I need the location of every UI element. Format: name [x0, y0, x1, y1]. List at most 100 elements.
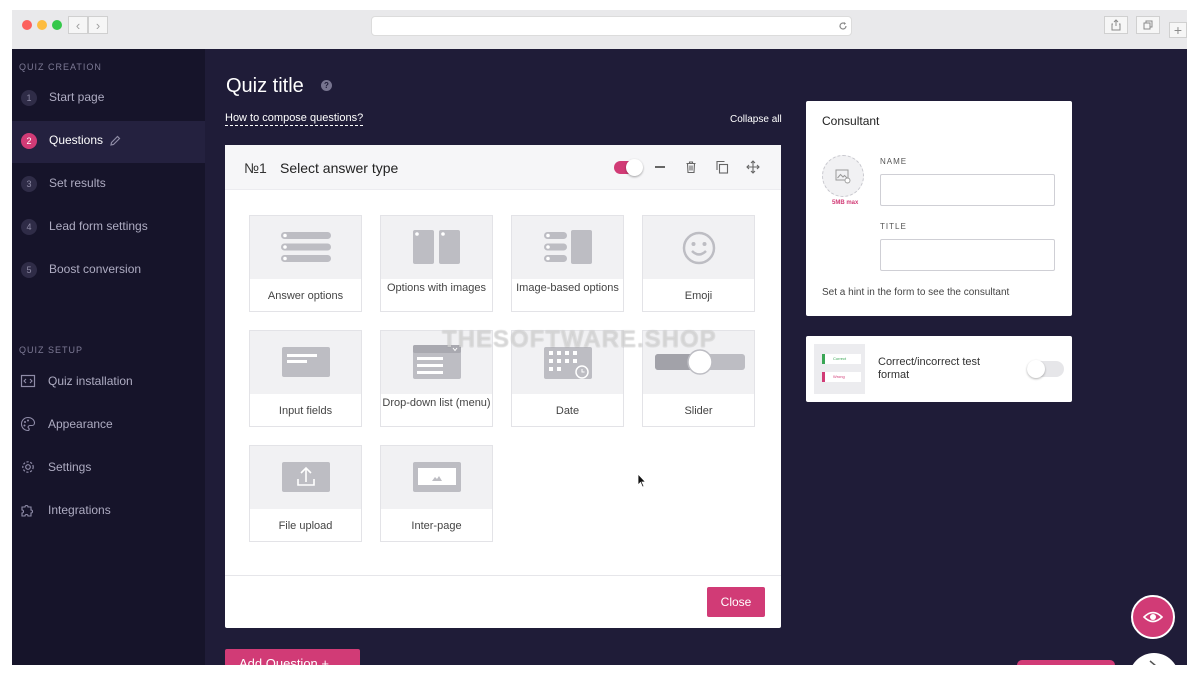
step-number: 1	[21, 90, 37, 106]
sidebar: QUIZ CREATION 1 Start page 2 Questions 3…	[12, 49, 205, 665]
tile-label: Drop-down list (menu)	[382, 397, 491, 409]
forward-button[interactable]: ›	[88, 16, 108, 34]
sidebar-item-label: Settings	[48, 460, 92, 474]
sidebar-item-label: Appearance	[48, 417, 113, 431]
preview-button[interactable]	[1131, 595, 1175, 639]
puzzle-icon	[21, 505, 33, 517]
address-bar[interactable]	[371, 16, 852, 36]
toggle-knob	[1027, 360, 1045, 378]
sidebar-item-label: Integrations	[48, 503, 111, 517]
sidebar-item-settings[interactable]: Settings	[12, 447, 205, 489]
toggle-knob	[626, 159, 643, 176]
answer-type-image-based-options[interactable]: Image-based options	[511, 215, 624, 312]
question-header: №1 Select answer type	[225, 145, 781, 190]
back-button[interactable]: ‹	[68, 16, 88, 34]
sidebar-item-set-results[interactable]: 3 Set results	[12, 164, 205, 206]
image-upload-icon	[835, 169, 851, 184]
sidebar-item-start-page[interactable]: 1 Start page	[12, 78, 205, 120]
tabs-icon	[1143, 20, 1153, 30]
gear-icon	[22, 461, 34, 473]
floating-pink-button[interactable]	[1017, 660, 1115, 665]
answer-type-answer-options[interactable]: Answer options	[249, 215, 362, 312]
tile-label: Answer options	[267, 290, 344, 302]
palette-icon	[20, 416, 36, 432]
sidebar-item-lead-form-settings[interactable]: 4 Lead form settings	[12, 207, 205, 249]
new-tab-button[interactable]: +	[1169, 22, 1187, 38]
help-icon[interactable]: ?	[321, 80, 332, 91]
sidebar-item-questions[interactable]: 2 Questions	[12, 121, 205, 163]
question-number: №1	[244, 160, 267, 176]
mouse-cursor-icon	[637, 473, 647, 488]
question-card: №1 Select answer type Answer options Opt…	[225, 145, 781, 628]
input-field-icon	[282, 347, 330, 377]
wrong-preview-row: Wrong	[822, 372, 861, 382]
tile-preview	[250, 446, 361, 509]
tile-label: Input fields	[278, 405, 333, 417]
tile-label: Slider	[684, 405, 713, 417]
correct-format-label: Correct/incorrect test format	[878, 356, 981, 381]
correct-incorrect-panel: Correct Wrong Correct/incorrect test for…	[806, 336, 1072, 402]
zoom-window-button[interactable]	[52, 20, 62, 30]
sidebar-item-label: Start page	[49, 90, 105, 104]
title-label: TITLE	[880, 222, 907, 231]
avatar-upload[interactable]	[822, 155, 864, 197]
smiley-icon	[682, 231, 716, 265]
tile-label: File upload	[278, 520, 333, 532]
tile-label: Date	[555, 405, 580, 417]
card-footer-divider	[225, 575, 781, 576]
quiz-setup-header: QUIZ SETUP	[19, 345, 84, 355]
chevron-left-icon: ‹	[75, 18, 81, 33]
share-button[interactable]	[1104, 16, 1128, 34]
answer-type-inter-page[interactable]: Inter-page	[380, 445, 493, 542]
answer-type-options-with-images[interactable]: Options with images	[380, 215, 493, 312]
tabs-button[interactable]	[1136, 16, 1160, 34]
sidebar-item-label: Boost conversion	[49, 262, 142, 276]
move-icon[interactable]	[746, 160, 760, 174]
reload-icon[interactable]	[838, 21, 848, 31]
tile-preview	[512, 216, 623, 279]
answer-type-input-fields[interactable]: Input fields	[249, 330, 362, 427]
add-question-button[interactable]: Add Question +	[225, 649, 360, 665]
sidebar-item-boost-conversion[interactable]: 5 Boost conversion	[12, 250, 205, 292]
page-title[interactable]: Quiz title	[226, 75, 304, 98]
next-arrow-button[interactable]	[1129, 653, 1179, 665]
correct-preview-row: Correct	[822, 354, 861, 364]
pencil-icon[interactable]	[109, 135, 121, 147]
answer-type-file-upload[interactable]: File upload	[249, 445, 362, 542]
image-columns-icon	[413, 230, 460, 264]
close-button[interactable]: Close	[707, 587, 765, 617]
consultant-hint: Set a hint in the form to see the consul…	[822, 287, 1010, 298]
code-icon	[20, 374, 36, 388]
tile-preview	[250, 216, 361, 279]
sidebar-item-appearance[interactable]: Appearance	[12, 404, 205, 446]
answer-type-emoji[interactable]: Emoji	[642, 215, 755, 312]
sidebar-item-integrations[interactable]: Integrations	[12, 490, 205, 532]
collapse-all-button[interactable]: Collapse all	[730, 114, 782, 125]
name-input[interactable]	[880, 174, 1055, 206]
minimize-icon[interactable]	[653, 160, 667, 174]
sidebar-item-quiz-installation[interactable]: Quiz installation	[12, 361, 205, 403]
sidebar-item-label: Lead form settings	[49, 219, 148, 233]
tile-preview	[381, 446, 492, 509]
how-to-compose-link[interactable]: How to compose questions?	[225, 112, 364, 126]
copy-icon[interactable]	[715, 160, 729, 174]
correct-format-toggle[interactable]	[1027, 360, 1064, 378]
close-window-button[interactable]	[22, 20, 32, 30]
title-input[interactable]	[880, 239, 1055, 271]
format-preview-thumbnail: Correct Wrong	[814, 344, 865, 394]
sidebar-item-label: Quiz installation	[48, 374, 133, 388]
upload-icon	[282, 462, 330, 492]
chevron-right-icon	[1149, 660, 1156, 665]
step-number: 4	[21, 219, 37, 235]
tile-label: Image-based options	[516, 282, 619, 294]
consultant-panel: Consultant 5MB max NAME TITLE Set a hint…	[806, 101, 1072, 316]
trash-icon[interactable]	[684, 160, 698, 174]
step-number: 2	[21, 133, 37, 149]
question-enabled-toggle[interactable]	[614, 159, 643, 176]
share-icon	[1111, 19, 1121, 31]
sidebar-item-label: Set results	[49, 176, 106, 190]
question-title: Select answer type	[280, 160, 399, 176]
avatar-size-hint: 5MB max	[832, 200, 859, 206]
minimize-window-button[interactable]	[37, 20, 47, 30]
correct-preview-label: Correct	[833, 356, 847, 361]
